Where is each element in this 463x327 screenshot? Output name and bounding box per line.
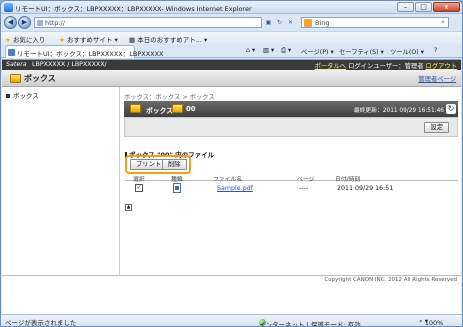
minimize-button[interactable]: – (397, 2, 414, 12)
breadcrumb: ボックス：ボックス > ボックス (124, 94, 215, 101)
back-button[interactable]: ◀ (4, 16, 17, 29)
window-title: リモートUI：ボックス：LBPXXXXX：LBPXXXXX- Windows I… (15, 5, 252, 13)
file-datetime: 2011 09/29 16:51 (337, 185, 394, 192)
box-number: 00 (186, 105, 196, 113)
compat-icon[interactable]: ▣ (264, 18, 273, 27)
copyright: Copyright CANON INC. 2012 All Rights Res… (324, 277, 457, 283)
close-button[interactable]: x (433, 2, 460, 12)
ie-icon (4, 3, 13, 12)
favorites-bar: ★ お気に入り ★ おすすめサイト ▾ ▦ 本日のおすすめアト... ▾ (1, 31, 462, 44)
status-bar: ページが表示されました インターネット | 保護モード: 有効 ⌕ 100% ▾ (1, 314, 462, 327)
star-icon: ★ (5, 36, 11, 44)
favorites-button[interactable]: ★ お気に入り (5, 34, 45, 44)
page-top-icon[interactable]: ▲ (125, 204, 132, 211)
stop-icon[interactable]: ✕ (286, 18, 295, 27)
settings-area: 設定 (124, 117, 458, 137)
brand-logo: Satera (6, 61, 27, 68)
section-bar: ボックス 管理者ページ (2, 70, 461, 87)
page-icon (8, 49, 15, 56)
file-link[interactable]: Sample.pdf (217, 185, 253, 192)
section-title: ボックス (24, 74, 56, 83)
browser-window: リモートUI：ボックス：LBPXXXXX：LBPXXXXX- Windows I… (0, 0, 463, 327)
admin-page-link[interactable]: 管理者ページ (418, 74, 456, 83)
main-content: ボックス：ボックス > ボックス ボックス 00 最終更新：2011 09/29… (121, 87, 461, 275)
bing-icon (304, 19, 312, 27)
footer: Copyright CANON INC. 2012 All Rights Res… (2, 275, 461, 285)
title-bar: リモートUI：ボックス：LBPXXXXX：LBPXXXXX- Windows I… (1, 1, 462, 14)
box-icon (130, 104, 141, 113)
refresh-icon[interactable]: ↻ (275, 18, 284, 27)
pdf-file-icon (173, 183, 181, 193)
table-row: ✓ Sample.pdf ---- 2011 09/29 16:51 (125, 181, 458, 195)
maximize-button[interactable]: □ (415, 2, 432, 12)
sidebar-item-box[interactable]: ボックス (6, 90, 39, 100)
logout-link[interactable]: ログアウト (426, 63, 457, 70)
zoom-level[interactable]: ⌕ 100% ▾ (419, 317, 443, 326)
box-icon (172, 104, 183, 113)
page-icon (37, 20, 43, 26)
address-url: http:// (45, 19, 65, 27)
refresh-icon[interactable]: ↻ (446, 104, 456, 114)
tools-menu[interactable]: ツール(O) ▾ (390, 47, 424, 56)
status-text: ページが表示されました (5, 319, 77, 327)
box-label: ボックス (146, 107, 173, 115)
login-user: ログインユーザー：管理者 (348, 63, 424, 70)
remoteui-header: Satera LBPXXXXX / LBPXXXXX/ ポータルへ ログインユー… (2, 60, 461, 70)
settings-button[interactable]: 設定 (424, 122, 449, 133)
address-input[interactable]: http:// (34, 17, 262, 28)
forward-button[interactable]: ▶ (18, 16, 31, 29)
tab-remote-ui[interactable]: リモートUI：ボックス：LBPXXXXX：LBPXXXXX (5, 45, 164, 58)
box-header: ボックス 00 最終更新：2011 09/29 16:51:46 ↻ (124, 101, 458, 117)
web-slice-icon: ▦ (129, 36, 136, 44)
row-checkbox[interactable]: ✓ (135, 184, 143, 192)
search-input[interactable]: Bing ⌕ (301, 17, 449, 28)
feeds-icon[interactable]: ▧ ▾ (263, 47, 274, 54)
help-icon[interactable]: ? (434, 47, 437, 54)
page-menu[interactable]: ページ(P) ▾ (301, 47, 334, 56)
safety-menu[interactable]: セーフティ(S) ▾ (339, 47, 384, 56)
star-icon: ★ (59, 36, 65, 44)
file-pages: ---- (299, 185, 309, 192)
device-model: LBPXXXXX / LBPXXXXX/ (32, 61, 107, 68)
delete-button[interactable]: 削除 (162, 159, 187, 170)
today-picks-link[interactable]: ▦ 本日のおすすめアト... ▾ (129, 34, 207, 44)
recommended-sites-link[interactable]: ★ おすすめサイト ▾ (59, 34, 118, 44)
home-icon[interactable]: ⌂ ▾ (246, 47, 255, 54)
header-links: ポータルへ ログインユーザー：管理者 ログアウト (315, 61, 457, 70)
box-icon (10, 74, 21, 83)
search-value: Bing (315, 19, 330, 27)
address-row: ◀ ▶ http:// ▣ ↻ ✕ Bing ⌕ (1, 14, 462, 31)
tab-label: リモートUI：ボックス：LBPXXXXX：LBPXXXXX (17, 50, 164, 58)
print-icon[interactable]: ⎙ ▾ (281, 47, 291, 55)
page-viewport: Satera LBPXXXXX / LBPXXXXX/ ポータルへ ログインユー… (2, 59, 461, 314)
sidebar: ボックス (2, 87, 120, 275)
portal-link[interactable]: ポータルへ (315, 63, 346, 70)
last-updated: 最終更新：2011 09/29 16:51:46 (353, 108, 444, 114)
search-icon[interactable]: ⌕ (441, 18, 445, 27)
tab-bar: リモートUI：ボックス：LBPXXXXX：LBPXXXXX ⌂ ▾ ▧ ▾ ⎙ … (1, 44, 462, 58)
